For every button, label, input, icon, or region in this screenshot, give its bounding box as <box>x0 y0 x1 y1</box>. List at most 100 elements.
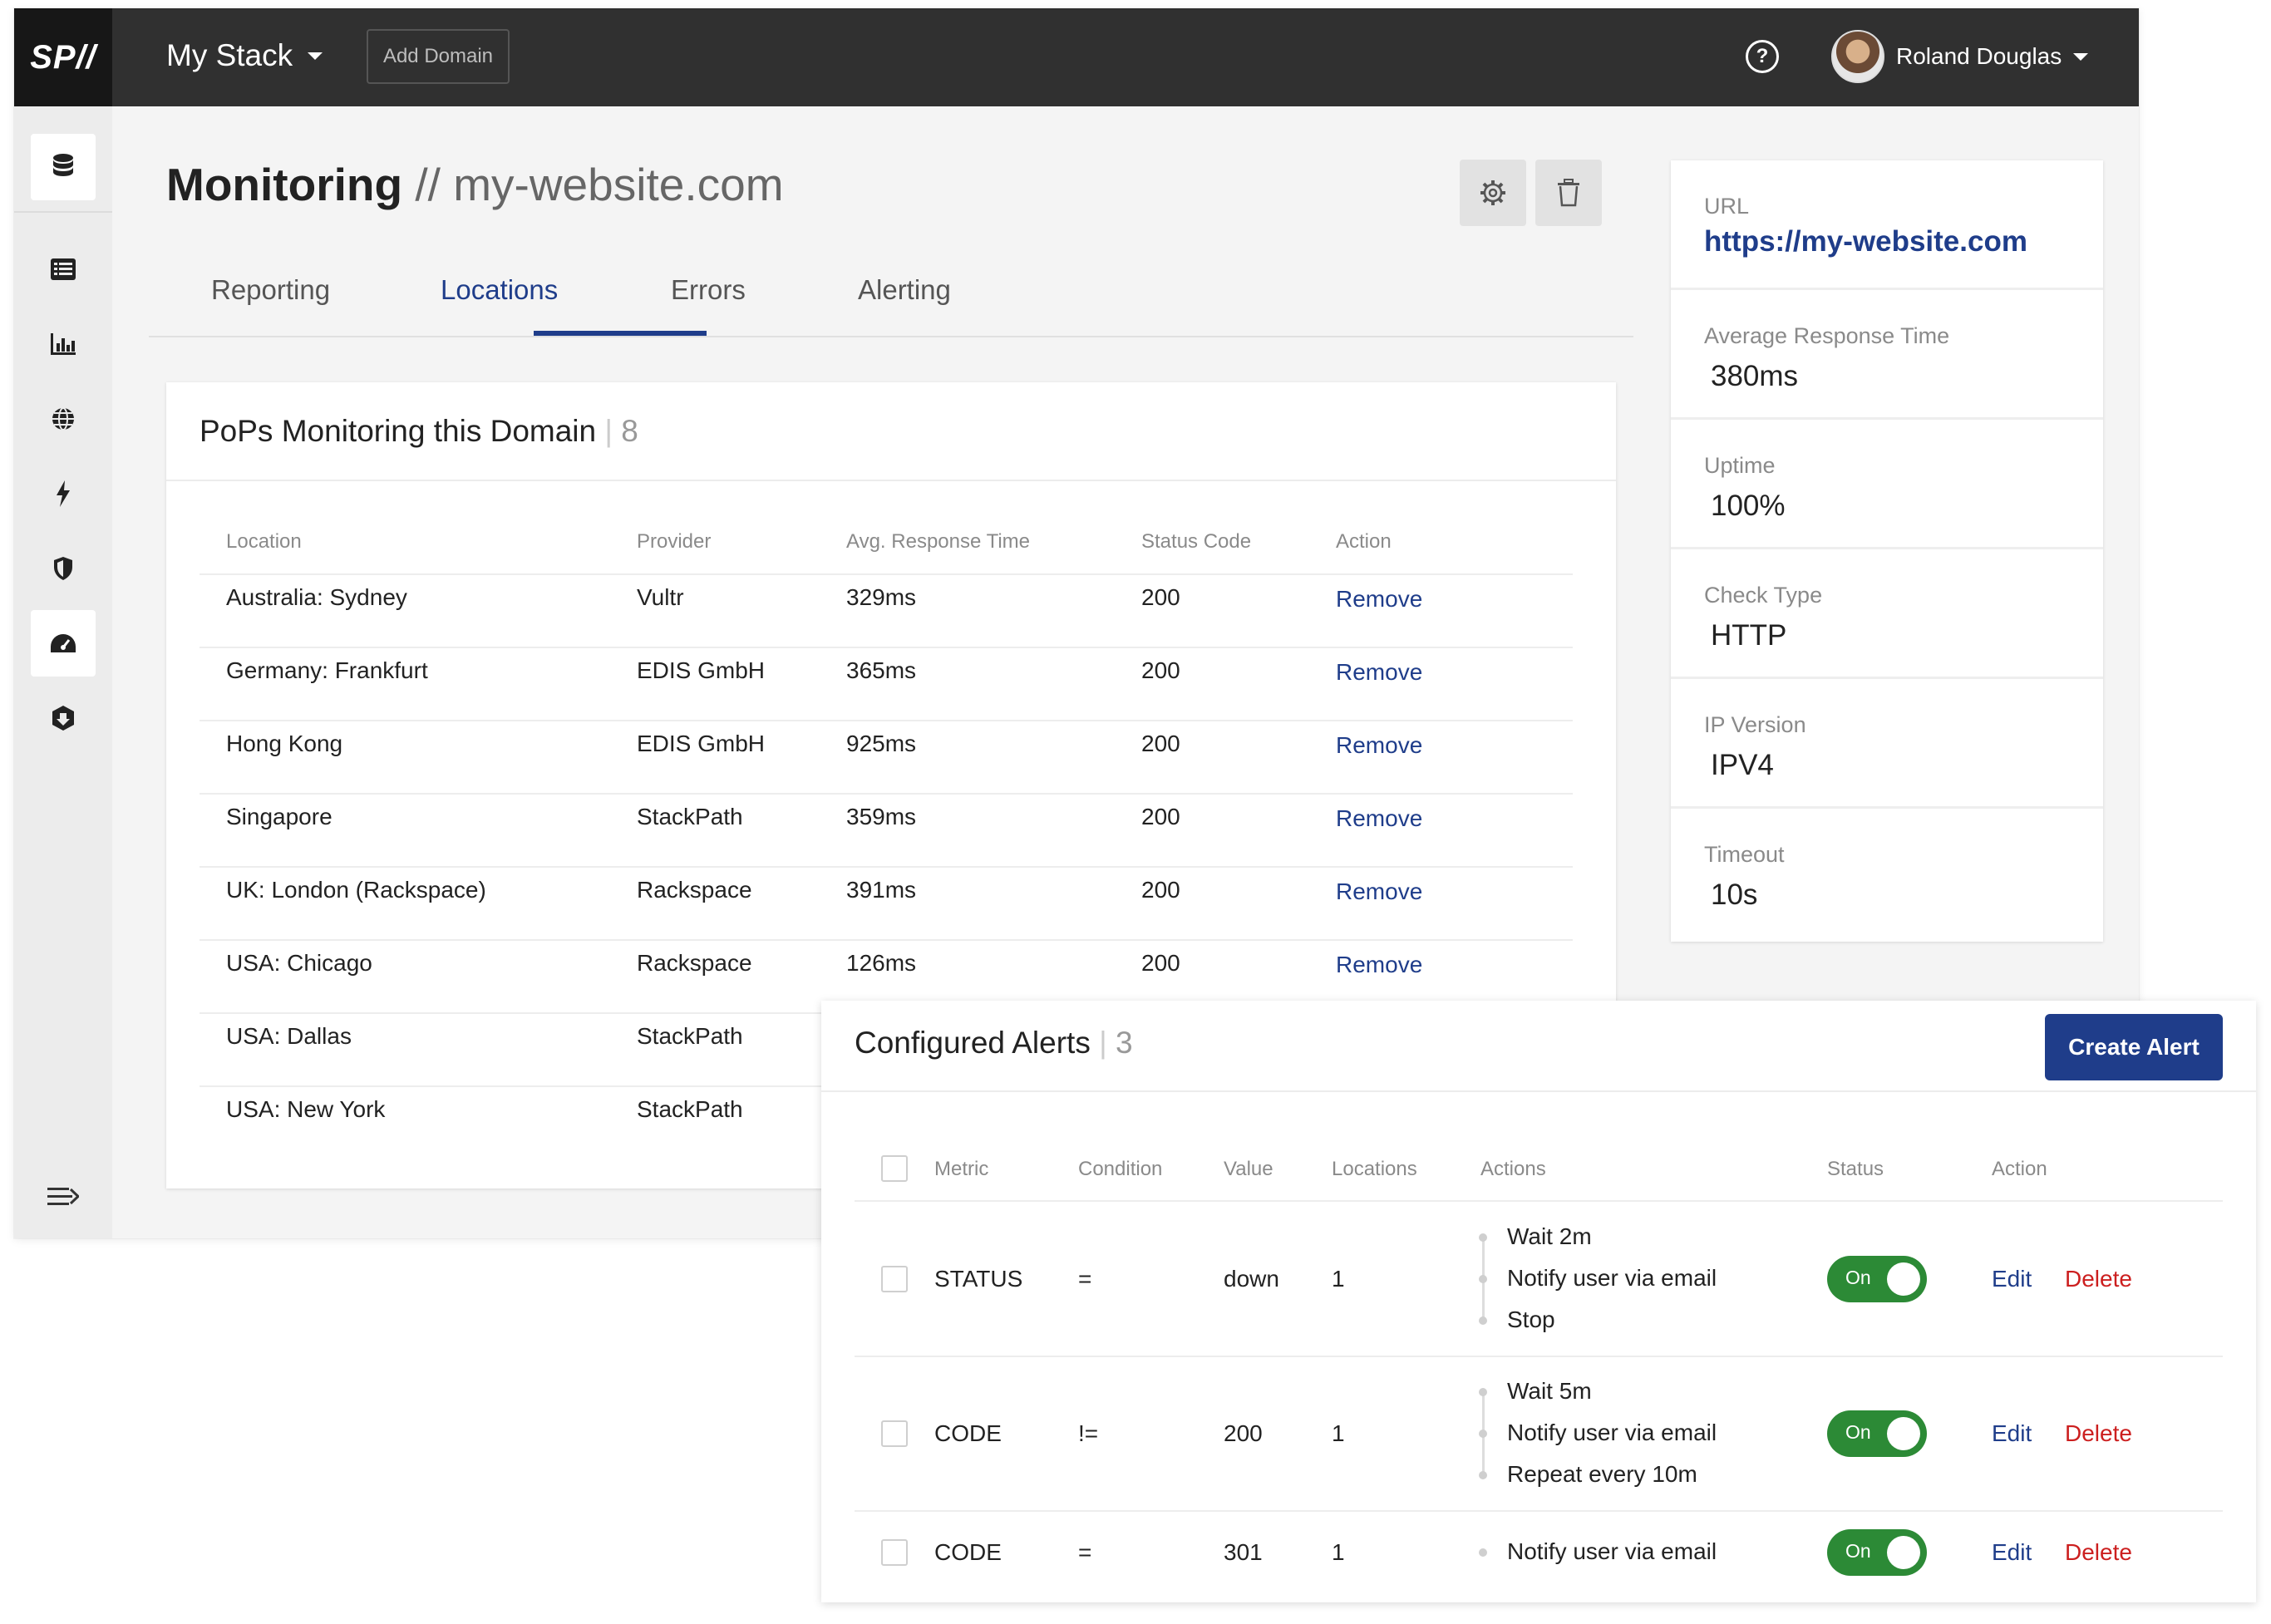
col-locations: Locations <box>1332 1158 1417 1180</box>
list-icon[interactable] <box>31 236 96 303</box>
pop-provider: Vultr <box>637 584 684 610</box>
settings-button[interactable] <box>1460 160 1526 226</box>
alert-action-step: Wait 5m <box>1507 1378 1592 1404</box>
pop-code: 200 <box>1141 877 1180 903</box>
row-divider <box>855 1510 2223 1512</box>
remove-link[interactable]: Remove <box>1336 732 1422 759</box>
info-ip-version: IP Version IPV4 <box>1671 679 2103 809</box>
tab-locations[interactable]: Locations <box>441 274 558 306</box>
pop-location: USA: New York <box>226 1096 386 1122</box>
alert-locations: 1 <box>1332 1539 1345 1565</box>
col-metric: Metric <box>934 1158 989 1180</box>
bar-chart-icon[interactable] <box>31 311 96 377</box>
expand-menu-icon[interactable] <box>31 1164 96 1230</box>
row-checkbox[interactable] <box>881 1266 908 1292</box>
pop-code: 200 <box>1141 584 1180 610</box>
select-all-checkbox[interactable] <box>881 1155 908 1182</box>
info-value: IPV4 <box>1711 749 1774 781</box>
info-label: Uptime <box>1704 453 1776 478</box>
alert-metric: CODE <box>934 1420 1002 1446</box>
alert-action-step: Notify user via email <box>1507 1538 1717 1564</box>
stack-name: My Stack <box>166 38 293 72</box>
top-bar: SP// My Stack Add Domain ? Roland Dougla… <box>14 8 2139 106</box>
pop-time: 391ms <box>846 877 917 903</box>
delete-link[interactable]: Delete <box>2065 1539 2132 1566</box>
toggle-label: On <box>1845 1540 1871 1562</box>
info-panel: URL https://my-website.com Average Respo… <box>1671 160 2103 942</box>
col-action: Action <box>1992 1158 2047 1180</box>
active-tab-indicator <box>534 331 707 336</box>
col-action: Action <box>1336 530 1392 553</box>
alert-condition: = <box>1078 1539 1092 1565</box>
remove-link[interactable]: Remove <box>1336 952 1422 978</box>
pop-provider: StackPath <box>637 804 743 829</box>
pop-provider: StackPath <box>637 1023 743 1049</box>
timeline-dot <box>1479 1430 1487 1438</box>
toggle-label: On <box>1845 1267 1871 1288</box>
add-domain-button[interactable]: Add Domain <box>367 29 510 84</box>
url-link[interactable]: https://my-website.com <box>1704 225 2027 258</box>
tab-reporting[interactable]: Reporting <box>211 274 330 306</box>
col-status: Status <box>1827 1158 1884 1180</box>
status-toggle[interactable]: On <box>1827 1410 1927 1457</box>
info-value: 10s <box>1711 878 1758 911</box>
chevron-down-icon <box>2073 52 2089 61</box>
edit-link[interactable]: Edit <box>1992 1539 2032 1566</box>
info-check-type: Check Type HTTP <box>1671 549 2103 679</box>
row-divider <box>200 573 1573 575</box>
remove-link[interactable]: Remove <box>1336 878 1422 905</box>
pop-provider: StackPath <box>637 1096 743 1122</box>
alert-action-step: Stop <box>1507 1307 1555 1332</box>
lightning-icon[interactable] <box>31 460 96 527</box>
delete-link[interactable]: Delete <box>2065 1266 2132 1292</box>
logo[interactable]: SP// <box>14 8 112 106</box>
row-checkbox[interactable] <box>881 1539 908 1566</box>
timeline-dot <box>1479 1471 1487 1479</box>
speedometer-icon[interactable] <box>31 610 96 677</box>
status-toggle[interactable]: On <box>1827 1256 1927 1302</box>
globe-icon[interactable] <box>31 386 96 452</box>
pop-location: Hong Kong <box>226 731 343 756</box>
row-divider <box>200 939 1573 941</box>
user-menu[interactable]: Roland Douglas <box>1831 30 2089 83</box>
info-value: HTTP <box>1711 619 1787 652</box>
remove-link[interactable]: Remove <box>1336 586 1422 613</box>
tab-alerting[interactable]: Alerting <box>858 274 951 306</box>
pop-location: USA: Chicago <box>226 950 372 976</box>
info-label: Timeout <box>1704 842 1785 867</box>
pop-time: 359ms <box>846 804 917 829</box>
delete-link[interactable]: Delete <box>2065 1420 2132 1447</box>
help-icon[interactable]: ? <box>1746 40 1779 73</box>
user-name: Roland Douglas <box>1896 43 2062 69</box>
remove-link[interactable]: Remove <box>1336 659 1422 686</box>
alerts-card: Configured Alerts | 3 Create Alert Metri… <box>821 1001 2256 1602</box>
info-label: URL <box>1704 194 1750 219</box>
row-checkbox[interactable] <box>881 1420 908 1447</box>
pop-time: 365ms <box>846 657 917 683</box>
edit-link[interactable]: Edit <box>1992 1420 2032 1447</box>
toggle-knob <box>1887 1536 1920 1569</box>
toggle-knob <box>1887 1417 1920 1450</box>
alert-action-step: Wait 2m <box>1507 1223 1592 1249</box>
alert-locations: 1 <box>1332 1266 1345 1292</box>
create-alert-button[interactable]: Create Alert <box>2045 1014 2223 1080</box>
chevron-down-icon <box>308 52 323 60</box>
pop-location: Australia: Sydney <box>226 584 407 610</box>
tab-bar: Reporting Locations Errors Alerting <box>149 258 1633 337</box>
col-actions: Actions <box>1480 1158 1546 1180</box>
delete-domain-button[interactable] <box>1535 160 1602 226</box>
alert-action-step: Notify user via email <box>1507 1265 1717 1291</box>
pop-time: 126ms <box>846 950 917 976</box>
stack-switcher[interactable]: My Stack <box>166 38 323 73</box>
database-icon[interactable] <box>31 134 96 200</box>
remove-link[interactable]: Remove <box>1336 805 1422 832</box>
status-toggle[interactable]: On <box>1827 1529 1927 1576</box>
shield-icon[interactable] <box>31 535 96 602</box>
edit-link[interactable]: Edit <box>1992 1266 2032 1292</box>
tab-errors[interactable]: Errors <box>671 274 746 306</box>
download-shield-icon[interactable] <box>31 685 96 751</box>
pop-code: 200 <box>1141 657 1180 683</box>
col-provider: Provider <box>637 530 712 553</box>
alert-metric: CODE <box>934 1539 1002 1565</box>
alert-value: down <box>1224 1266 1279 1292</box>
